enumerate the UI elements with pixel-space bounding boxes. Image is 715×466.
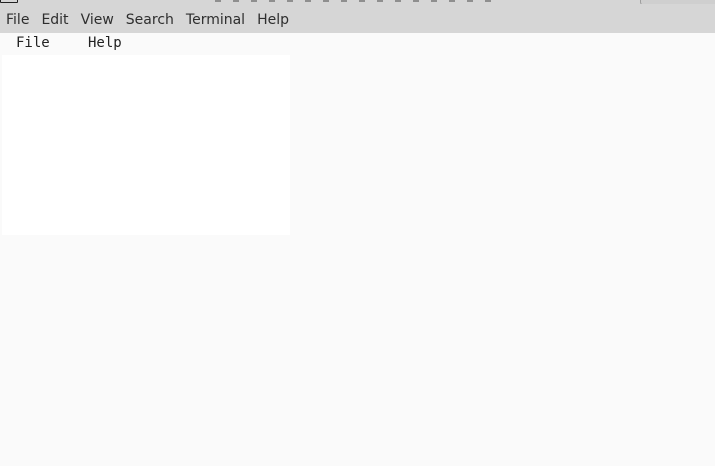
menu-terminal[interactable]: Terminal bbox=[180, 4, 251, 33]
menu-view[interactable]: View bbox=[75, 4, 120, 33]
window-icon bbox=[0, 0, 18, 3]
window-title bbox=[215, 0, 495, 2]
menu-file[interactable]: File bbox=[0, 4, 35, 33]
app-menu-help[interactable]: Help bbox=[88, 35, 122, 51]
terminal-content[interactable]: File Help bbox=[0, 33, 715, 466]
menu-help[interactable]: Help bbox=[251, 4, 295, 33]
menu-edit[interactable]: Edit bbox=[35, 4, 74, 33]
app-panel bbox=[2, 55, 290, 235]
app-menu-file[interactable]: File bbox=[16, 35, 50, 51]
terminal-menubar: File Edit View Search Terminal Help bbox=[0, 4, 715, 33]
menu-search[interactable]: Search bbox=[120, 4, 180, 33]
